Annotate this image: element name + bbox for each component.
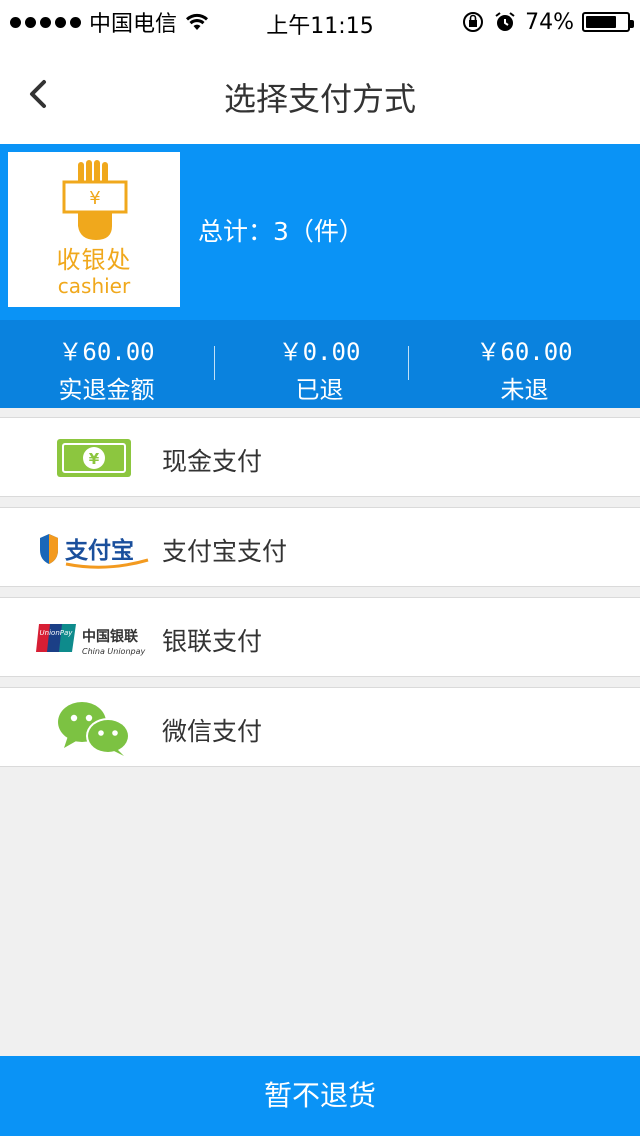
payment-label: 微信支付: [162, 717, 263, 746]
svg-text:¥: ¥: [89, 188, 100, 209]
no-return-button[interactable]: 暂不退货: [0, 1056, 640, 1136]
nav-bar: 选择支付方式: [0, 44, 640, 144]
summary-label: 未退: [500, 376, 549, 404]
cash-icon: ¥: [57, 439, 131, 477]
payment-cash[interactable]: ¥ 现金支付: [0, 417, 640, 497]
unionpay-badge-text: UnionPay: [40, 629, 74, 637]
summary-label: 已退: [295, 376, 344, 404]
payment-alipay[interactable]: 支付宝 支付宝支付: [0, 507, 640, 587]
cashier-logo: ¥ 收银处 cashier: [8, 152, 180, 307]
refund-summary: ￥60.00 实退金额 ￥0.00 已退 ￥60.00 未退: [0, 320, 640, 408]
battery-percent: 74%: [525, 9, 574, 35]
unionpay-cn-text: 中国银联: [82, 628, 139, 645]
battery-level: [586, 16, 616, 28]
payment-wechat[interactable]: 微信支付: [0, 687, 640, 767]
payment-label: 支付宝支付: [162, 537, 288, 566]
summary-refunded: ￥0.00 已退: [213, 320, 426, 408]
summary-actual-refund: ￥60.00 实退金额: [0, 320, 213, 408]
summary-label: 实退金额: [58, 376, 155, 404]
alarm-icon: [495, 12, 515, 31]
unionpay-icon: UnionPay 中国银联 China Unionpay: [36, 624, 145, 656]
alipay-icon: 支付宝: [40, 534, 149, 569]
payment-label: 银联支付: [162, 627, 263, 656]
page-title: 选择支付方式: [223, 80, 416, 118]
summary-amount: ￥60.00: [58, 338, 155, 366]
divider: [408, 346, 409, 380]
order-total: 总计：3（件）: [198, 217, 364, 246]
battery-icon: [582, 12, 634, 32]
status-right: 74%: [461, 8, 634, 36]
logo-text-cn: 收银处: [56, 246, 132, 274]
rotation-lock-icon: [463, 12, 484, 32]
logo-text-en: cashier: [57, 274, 131, 298]
payment-label: 现金支付: [162, 447, 263, 476]
alipay-logo-text: 支付宝: [64, 537, 134, 564]
payment-unionpay[interactable]: UnionPay 中国银联 China Unionpay 银联支付: [0, 597, 640, 677]
summary-amount: ￥60.00: [476, 338, 573, 366]
hand-money-icon: ¥: [62, 160, 128, 240]
summary-not-refunded: ￥60.00 未退: [418, 320, 631, 408]
wechat-icon: [58, 702, 130, 756]
summary-amount: ￥0.00: [278, 338, 361, 366]
status-bar: 中国电信 上午11:15 74%: [0, 0, 640, 44]
unionpay-en-text: China Unionpay: [82, 647, 145, 656]
svg-text:¥: ¥: [89, 450, 100, 468]
order-header: ¥ 收银处 cashier 总计：3（件）: [0, 144, 640, 320]
